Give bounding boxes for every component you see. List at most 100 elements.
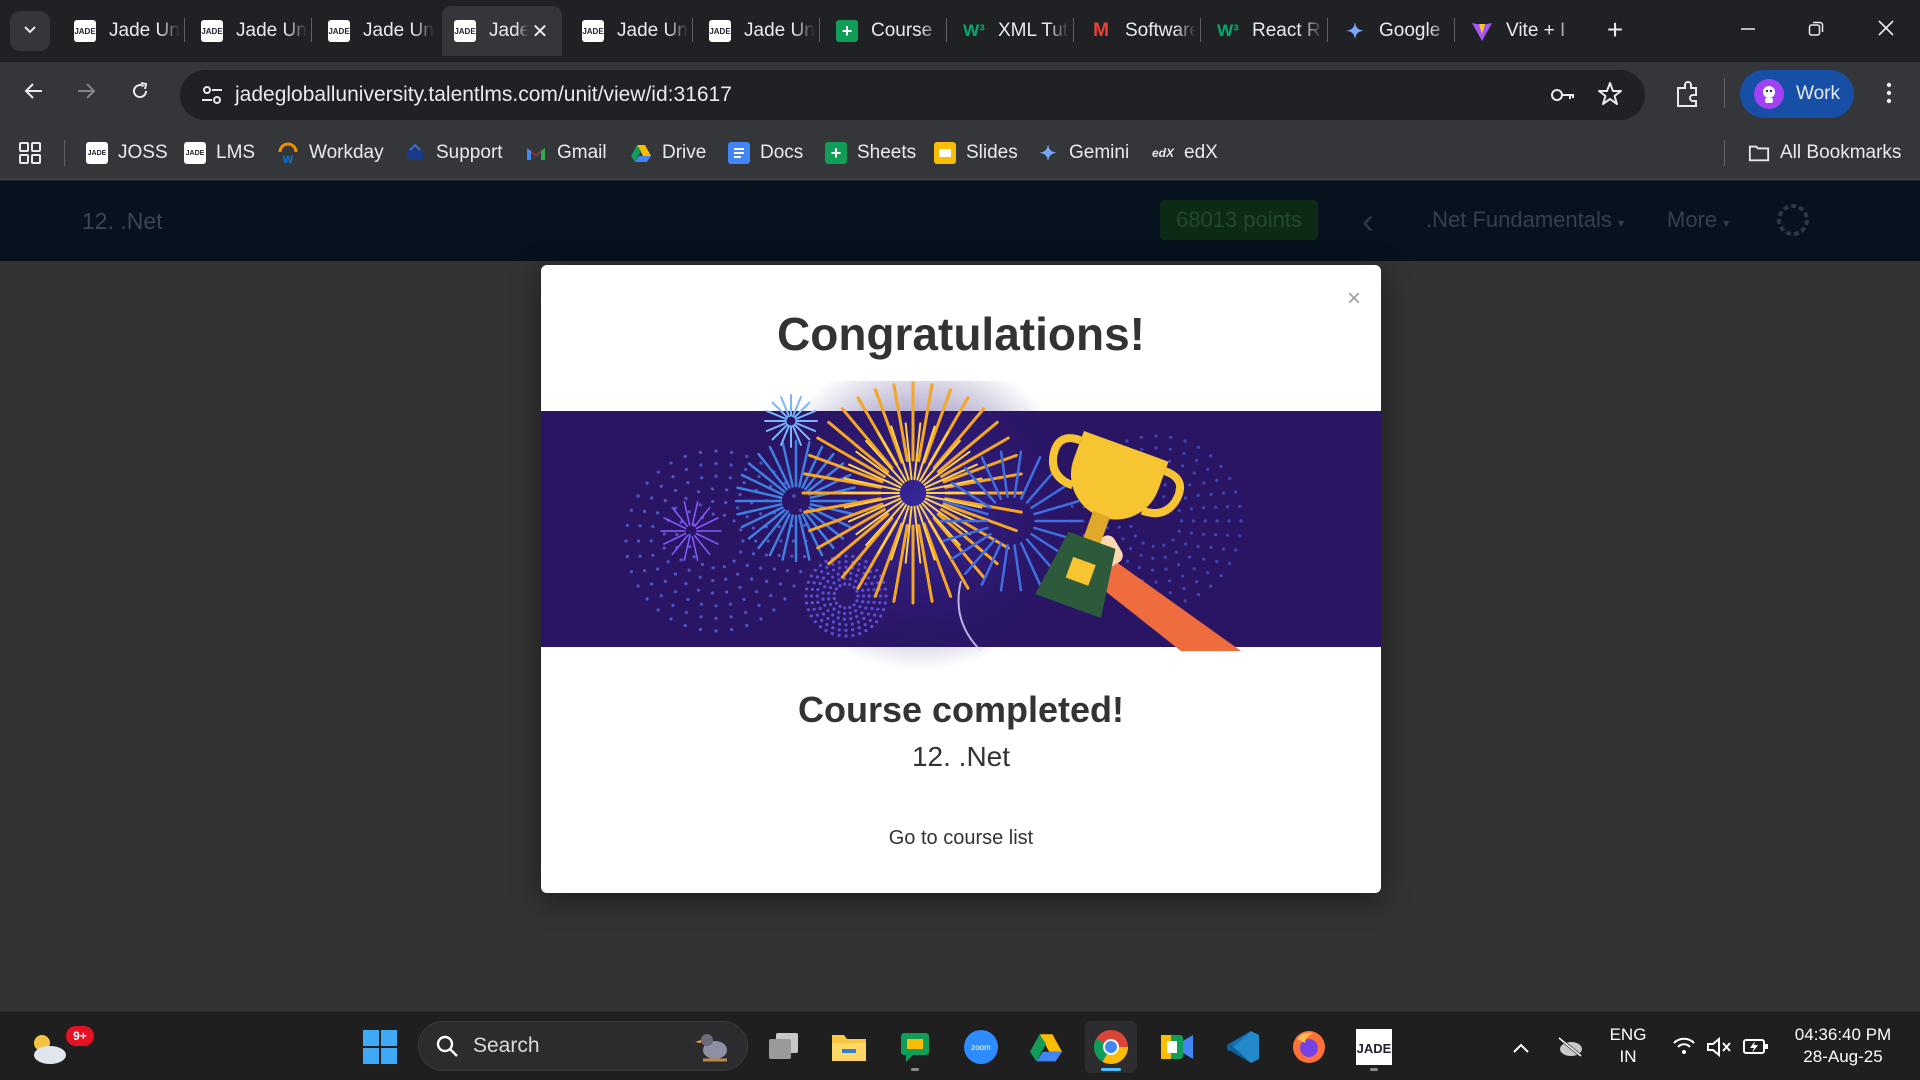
- browser-tab[interactable]: M Software: [1078, 6, 1196, 56]
- bookmark-sheets[interactable]: + Sheets: [825, 126, 916, 180]
- start-button[interactable]: [354, 1021, 406, 1073]
- browser-tab[interactable]: ✦ Google: [1332, 6, 1450, 56]
- clock[interactable]: 04:36:40 PM 28-Aug-25: [1780, 1024, 1906, 1068]
- gmail-icon: [525, 142, 547, 164]
- zoom-button[interactable]: zoom: [955, 1021, 1007, 1073]
- file-explorer-button[interactable]: [823, 1021, 875, 1073]
- bookmark-workday[interactable]: W Workday: [277, 126, 384, 180]
- site-info-icon[interactable]: [198, 81, 226, 109]
- bookmark-label: Gemini: [1069, 142, 1130, 163]
- modal-title: Congratulations!: [777, 308, 1145, 360]
- new-tab-button[interactable]: +: [1598, 14, 1632, 48]
- browser-tab-active[interactable]: JADE Jade University ✕: [442, 6, 562, 56]
- wifi-icon[interactable]: [1672, 1036, 1696, 1060]
- chrome-button[interactable]: [1085, 1021, 1137, 1073]
- speaker-muted-icon[interactable]: [1706, 1036, 1731, 1060]
- onedrive-offline-icon[interactable]: [1556, 1036, 1582, 1060]
- task-view-button[interactable]: [758, 1021, 810, 1073]
- slides-icon: [934, 142, 956, 164]
- bookmark-gmail[interactable]: Gmail: [525, 126, 607, 180]
- bookmark-gemini[interactable]: ✦ Gemini: [1037, 126, 1130, 180]
- google-meet-button[interactable]: [1151, 1021, 1203, 1073]
- browser-toolbar: jadegloballuniversity.talentlms.com/unit…: [0, 62, 1920, 126]
- restore-icon: [1808, 21, 1824, 36]
- docs-icon: [728, 142, 750, 164]
- bookmark-support[interactable]: Support: [404, 126, 503, 180]
- bookmark-star-icon[interactable]: [1596, 81, 1624, 109]
- browser-tab[interactable]: JADE Jade University: [316, 6, 434, 56]
- weather-widget[interactable]: 9+: [22, 1021, 94, 1073]
- tab-title: Jade University: [236, 20, 307, 41]
- meet-icon: [1161, 1035, 1193, 1059]
- more-menu-label: More: [1667, 207, 1718, 232]
- zoom-icon: zoom: [964, 1030, 998, 1064]
- unit-menu[interactable]: .Net Fundamentals ▾: [1426, 181, 1624, 262]
- browser-tab[interactable]: W³ React R: [1205, 6, 1323, 56]
- bookmark-slides[interactable]: Slides: [934, 126, 1018, 180]
- bookmark-label: JOSS: [118, 142, 168, 163]
- completed-course-name: 12. .Net: [911, 741, 1011, 772]
- bookmark-docs[interactable]: Docs: [728, 126, 803, 180]
- bookmark-joss[interactable]: JADE JOSS: [86, 126, 168, 180]
- all-bookmarks-button[interactable]: All Bookmarks: [1748, 126, 1901, 180]
- url-text[interactable]: jadegloballuniversity.talentlms.com/unit…: [235, 70, 732, 120]
- forward-button[interactable]: [66, 74, 106, 114]
- jade-logo-icon: JADE: [709, 20, 731, 42]
- password-key-icon[interactable]: [1548, 81, 1576, 109]
- jade-app-button[interactable]: JADE: [1348, 1021, 1400, 1073]
- go-to-course-list-link[interactable]: Go to course list: [541, 827, 1381, 850]
- browser-tab[interactable]: JADE Jade University: [189, 6, 307, 56]
- more-menu[interactable]: More ▾: [1667, 181, 1729, 262]
- battery-charging-icon[interactable]: [1742, 1036, 1768, 1060]
- bookmark-edx[interactable]: edX edX: [1152, 126, 1218, 180]
- jade-logo-icon: JADE: [328, 20, 350, 42]
- address-bar[interactable]: jadegloballuniversity.talentlms.com/unit…: [180, 70, 1645, 120]
- close-window-button[interactable]: [1858, 10, 1914, 50]
- bookmark-label: Slides: [966, 142, 1018, 163]
- jade-logo-icon: JADE: [1356, 1029, 1392, 1065]
- vscode-button[interactable]: [1217, 1021, 1269, 1073]
- svg-text:W: W: [283, 154, 294, 164]
- browser-tab[interactable]: Vite + I: [1459, 6, 1577, 56]
- browser-tab[interactable]: JADE Jade University: [697, 6, 815, 56]
- clock-time: 04:36:40 PM: [1794, 1025, 1892, 1044]
- vscode-icon: [1227, 1031, 1259, 1063]
- google-drive-button[interactable]: [1020, 1021, 1072, 1073]
- tab-search-button[interactable]: [10, 11, 50, 51]
- bookmark-drive[interactable]: Drive: [630, 126, 706, 180]
- region-code: IN: [1619, 1047, 1637, 1066]
- minimize-button[interactable]: [1720, 10, 1776, 50]
- browser-tab[interactable]: JADE Jade University: [62, 6, 180, 56]
- tab-title: Software: [1125, 20, 1196, 41]
- arrow-right-icon: [78, 83, 96, 99]
- firefox-button[interactable]: [1283, 1021, 1335, 1073]
- chat-icon: [901, 1033, 929, 1062]
- gear-icon[interactable]: [1775, 202, 1811, 238]
- tab-title: Jade University: [744, 20, 815, 41]
- show-hidden-icons-chevron-up-icon[interactable]: [1509, 1036, 1533, 1060]
- browser-tab[interactable]: + Course: [824, 6, 942, 56]
- weather-cloud-icon: [34, 1035, 66, 1064]
- extensions-button[interactable]: [1668, 76, 1708, 116]
- points-badge: 68013 points: [1160, 200, 1318, 240]
- chrome-menu-button[interactable]: [1874, 76, 1904, 116]
- input-language-indicator[interactable]: ENG IN: [1600, 1024, 1656, 1068]
- apps-button[interactable]: [18, 126, 42, 180]
- browser-tab[interactable]: JADE Jade University: [570, 6, 688, 56]
- previous-unit-icon[interactable]: ‹: [1362, 201, 1374, 241]
- search-icon: [436, 1035, 458, 1057]
- tab-title: React R: [1252, 20, 1321, 41]
- google-chat-button[interactable]: [889, 1021, 941, 1073]
- profile-button[interactable]: Work: [1740, 70, 1854, 118]
- bookmark-label: Workday: [309, 142, 384, 163]
- bookmark-lms[interactable]: JADE LMS: [184, 126, 255, 180]
- tab-title: Google: [1379, 20, 1441, 41]
- reload-button[interactable]: [120, 74, 160, 114]
- close-tab-icon[interactable]: ✕: [528, 19, 552, 44]
- taskbar-search-input[interactable]: Search: [418, 1021, 748, 1071]
- clock-date: 28-Aug-25: [1803, 1047, 1883, 1066]
- browser-tab[interactable]: W³ XML Tutorial: [951, 6, 1069, 56]
- restore-button[interactable]: [1788, 10, 1844, 50]
- w3schools-icon: W³: [1217, 21, 1239, 40]
- back-button[interactable]: [14, 74, 54, 114]
